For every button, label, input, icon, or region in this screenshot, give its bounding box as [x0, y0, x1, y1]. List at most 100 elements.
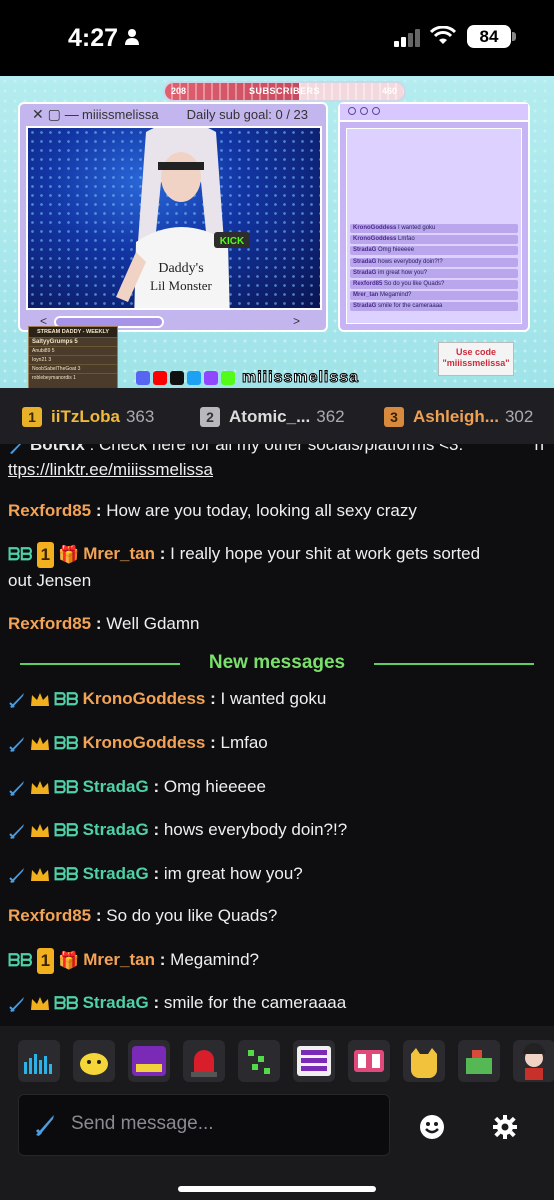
leaderboard-top: SaltyyGrumps 5 [29, 337, 117, 346]
chat-colon: : [159, 950, 166, 969]
leaderboard-title: STREAM DADDY - WEEKLY [29, 327, 117, 337]
gear-icon[interactable] [492, 1114, 518, 1140]
siren-emote[interactable] [183, 1040, 225, 1082]
youtube-icon [153, 371, 167, 385]
promo-code-badge: Use code "miiissmelissa" [438, 342, 514, 376]
gift-rank-icon: 1 [22, 407, 42, 427]
chat-text-continued: out Jensen [8, 570, 92, 590]
subscriber-label: SUBSCRIBERS [248, 86, 320, 96]
gift-badge-icon: 🎁 [58, 544, 80, 564]
gift-badge-icon: 🎁 [58, 950, 80, 970]
bb-badge-icon: ᗷᗷ [8, 950, 33, 970]
gifter-count: 363 [125, 407, 155, 426]
gift-rank-icon: 2 [200, 407, 220, 427]
overlay-chat-text: I wanted goku [398, 225, 436, 231]
social-links: miiissmelissa [136, 367, 359, 388]
overlay-chat-row: KronoGoddess Lmfao [350, 235, 518, 245]
svg-text:KICK: KICK [220, 236, 245, 247]
chat-username[interactable]: BotRix [30, 444, 85, 454]
leaderboard-row: Ioyn21 3 [29, 355, 117, 364]
person-icon [125, 29, 139, 45]
chat-username[interactable]: StradaG [83, 820, 149, 839]
chat-username[interactable]: Rexford85 [8, 906, 91, 925]
overlay-chat-user: Mrer_tan [353, 292, 379, 299]
chat-input-placeholder: Send message... [71, 1113, 214, 1134]
stream-video[interactable]: 208 SUBSCRIBERS 460 ✕ ▢ — miiissmelissa … [0, 76, 554, 388]
gift-rank-icon: 3 [384, 407, 404, 427]
gifter-name: Ashleigh... [413, 407, 499, 426]
leaderboard-row: Anubi89 5 [29, 346, 117, 355]
chat-username[interactable]: StradaG [83, 777, 149, 796]
chat-colon: : [89, 444, 95, 454]
cat-emote[interactable] [403, 1040, 445, 1082]
chat-colon: : [95, 501, 102, 520]
chat-username[interactable]: Rexford85 [8, 501, 91, 520]
battery-indicator: 84 [467, 25, 511, 48]
sub-hype-emote[interactable] [128, 1040, 170, 1082]
slider-right: > [292, 314, 300, 328]
crown-badge-icon [31, 736, 49, 750]
kick-icon [221, 371, 235, 385]
sword-badge-icon [9, 867, 24, 883]
dots-emote[interactable] [238, 1040, 280, 1082]
equalizer-emote[interactable] [18, 1040, 60, 1082]
chat-username[interactable]: StradaG [83, 993, 149, 1012]
bb-badge-icon: ᗷᗷ [8, 544, 33, 564]
chat-colon: : [153, 777, 160, 796]
chat-message: Rexford85 : How are you today, looking a… [8, 498, 544, 524]
overlay-chat-text: So do you like Quads? [384, 280, 445, 287]
chat-link-start: h [534, 444, 544, 454]
chat-text: So do you like Quads? [106, 906, 278, 925]
chat-username[interactable]: KronoGoddess [83, 689, 206, 708]
overlay-chat-row: StradaG im great how you? [350, 268, 518, 278]
overlay-chat-text: Megamind? [380, 292, 412, 299]
gifter-item[interactable]: 1 iiTzLoba 363 [22, 404, 154, 430]
streamer-figure: Daddy's Lil Monster KICK [116, 128, 250, 308]
twitch-icon [204, 371, 218, 385]
clock: 4:27 [68, 24, 119, 52]
overlay-chat-text: hows everybody doin?!? [378, 258, 443, 265]
gifter-item[interactable]: 3 Ashleigh... 302 [384, 404, 533, 430]
chat-username[interactable]: Rexford85 [8, 614, 91, 633]
chat-colon: : [153, 864, 160, 883]
chat-link-line[interactable]: ttps://linktr.ee/miiissmelissa [8, 457, 544, 483]
overlay-chat-row: StradaG smile for the cameraaaa [350, 302, 518, 312]
ee-emote[interactable] [348, 1040, 390, 1082]
hype-hype-hype-emote[interactable] [293, 1040, 335, 1082]
window-controls: ✕ ▢ — [32, 106, 79, 122]
chat-message: ᗷᗷ StradaG : hows everybody doin?!? [8, 817, 544, 844]
battery-nub [512, 32, 516, 41]
chat-message: Rexford85 : Well Gdamn [8, 611, 544, 637]
overlay-chat-text: Omg hieeeee [378, 247, 415, 254]
overlay-chat-user: StradaG [353, 269, 377, 276]
blob-emote[interactable] [73, 1040, 115, 1082]
one-badge-icon: 1 [36, 541, 55, 568]
chat-text: I wanted goku [220, 689, 327, 708]
leaderboard-row: roblebeymanordis 1 [29, 373, 117, 382]
chat-text: smile for the cameraaaa [163, 993, 347, 1012]
linktree-link[interactable]: ttps://linktr.ee/miiissmelissa [8, 460, 213, 479]
home-indicator [178, 1186, 376, 1192]
overlay-chat-user: KronoGoddess [353, 236, 397, 243]
sword-badge-icon [35, 1115, 54, 1136]
chat-list[interactable]: BotRix : Check here for all my other soc… [0, 444, 554, 1026]
chat-message: ᗷᗷ 1 🎁 Mrer_tan : Megamind? [8, 947, 544, 974]
character-emote[interactable] [513, 1040, 554, 1082]
chat-text: Megamind? [170, 950, 259, 969]
chat-input[interactable]: Send message... [18, 1094, 390, 1156]
chat-username[interactable]: StradaG [83, 864, 149, 883]
gifter-item[interactable]: 2 Atomic_... 362 [200, 404, 345, 430]
bb-badge-icon: ᗷᗷ [54, 777, 79, 797]
chat-username[interactable]: Mrer_tan [83, 544, 155, 563]
chat-text: I really hope your shit at work gets sor… [170, 544, 481, 563]
bb-badge-icon: ᗷᗷ [54, 993, 79, 1013]
chat-username[interactable]: Mrer_tan [83, 950, 155, 969]
overlay-chat-text: smile for the cameraaaa [378, 303, 443, 310]
crown-badge-icon [31, 823, 49, 837]
chat-text: Check here for all my other socials/plat… [98, 444, 464, 454]
box-emote[interactable] [458, 1040, 500, 1082]
chat-username[interactable]: KronoGoddess [83, 733, 206, 752]
emoji-icon[interactable] [419, 1114, 445, 1140]
chat-message: ᗷᗷ KronoGoddess : Lmfao [8, 730, 544, 757]
emote-bar [18, 1040, 554, 1082]
